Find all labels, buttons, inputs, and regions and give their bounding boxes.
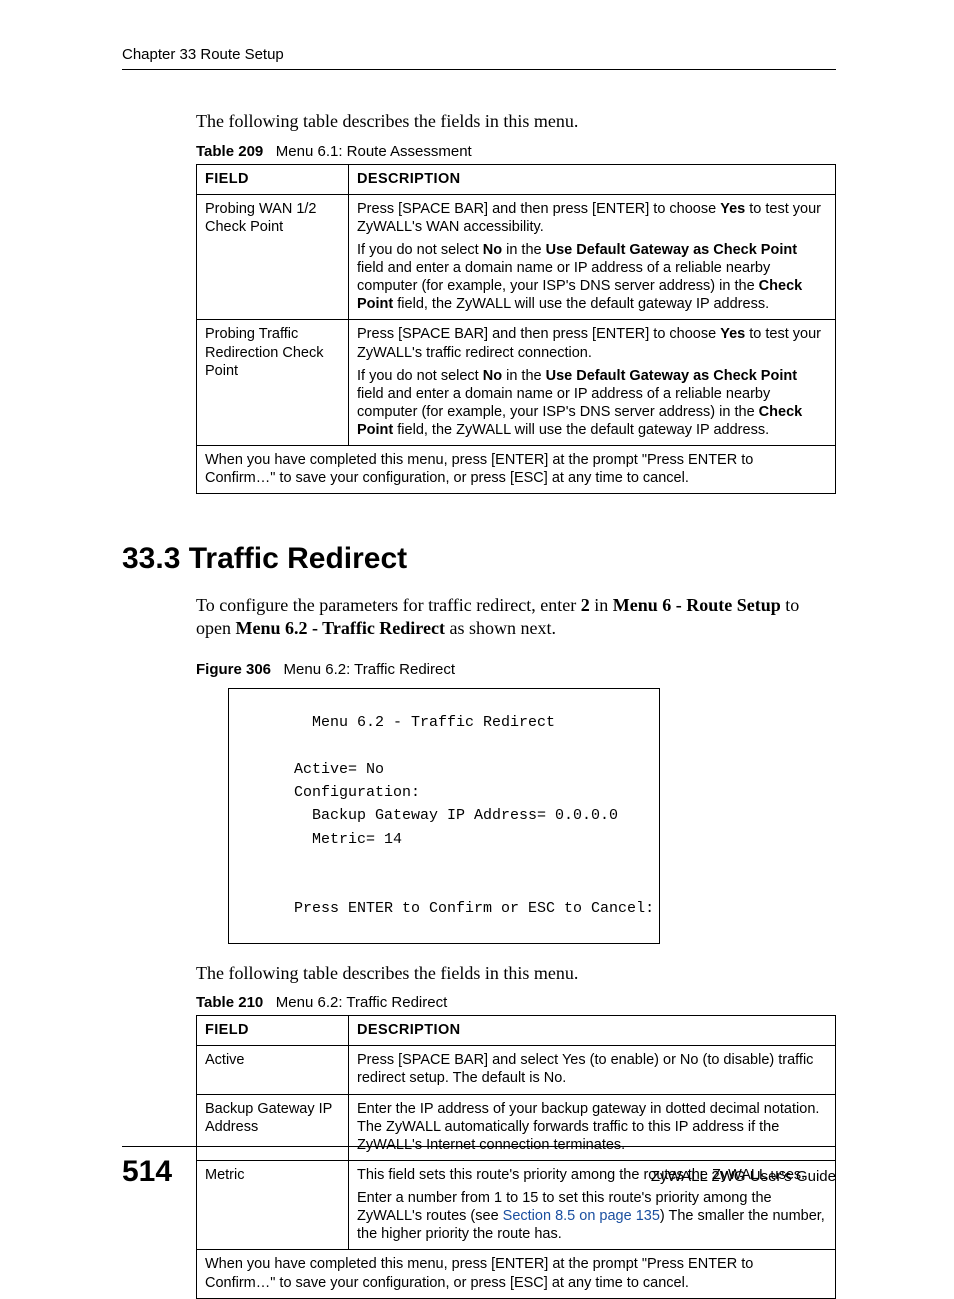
- cell-description: Press [SPACE BAR] and then press [ENTER]…: [349, 320, 836, 446]
- fig-line: Metric= 14: [249, 828, 639, 851]
- table-header-row: FIELD DESCRIPTION: [197, 164, 836, 194]
- cell-field: Probing WAN 1/2 Check Point: [197, 194, 349, 320]
- guide-title: ZyWALL 2WG User's Guide: [651, 1168, 836, 1185]
- cross-ref-link[interactable]: Section 8.5 on page 135: [503, 1208, 660, 1224]
- footer-rule: [122, 1146, 836, 1147]
- running-head: Chapter 33 Route Setup: [122, 46, 836, 63]
- cell-description: Press [SPACE BAR] and then press [ENTER]…: [349, 194, 836, 320]
- page-footer: 514 ZyWALL 2WG User's Guide: [122, 1146, 836, 1189]
- fig-line: Menu 6.2 - Traffic Redirect: [249, 711, 639, 734]
- figure-306-box: Menu 6.2 - Traffic Redirect Active= No C…: [228, 688, 660, 943]
- intro-paragraph-2: The following table describes the fields…: [196, 962, 836, 985]
- table-210-caption-text: Menu 6.2: Traffic Redirect: [276, 994, 447, 1011]
- cell-para: Press [SPACE BAR] and then press [ENTER]…: [357, 325, 827, 361]
- th-description: DESCRIPTION: [349, 164, 836, 194]
- table-footer-cell: When you have completed this menu, press…: [197, 1250, 836, 1298]
- section-intro-paragraph: To configure the parameters for traffic …: [196, 594, 836, 639]
- table-209-caption: Table 209 Menu 6.1: Route Assessment: [196, 143, 836, 160]
- table-row: Active Press [SPACE BAR] and select Yes …: [197, 1046, 836, 1094]
- header-rule: [122, 69, 836, 70]
- section-heading-traffic-redirect: 33.3 Traffic Redirect: [122, 542, 836, 576]
- fig-line: Press ENTER to Confirm or ESC to Cancel:: [249, 897, 639, 920]
- intro-paragraph-1: The following table describes the fields…: [196, 110, 836, 133]
- table-209-caption-text: Menu 6.1: Route Assessment: [276, 143, 472, 160]
- table-header-row: FIELD DESCRIPTION: [197, 1016, 836, 1046]
- page-number: 514: [122, 1155, 172, 1189]
- body-column: The following table describes the fields…: [196, 110, 836, 494]
- fig-line: Backup Gateway IP Address= 0.0.0.0: [249, 804, 639, 827]
- table-row: Probing WAN 1/2 Check Point Press [SPACE…: [197, 194, 836, 320]
- fig-line: Configuration:: [249, 781, 639, 804]
- cell-field: Probing Traffic Redirection Check Point: [197, 320, 349, 446]
- page: Chapter 33 Route Setup The following tab…: [0, 0, 954, 1235]
- cell-para: If you do not select No in the Use Defau…: [357, 367, 827, 440]
- table-210-label: Table 210: [196, 994, 263, 1011]
- table-footer-cell: When you have completed this menu, press…: [197, 446, 836, 494]
- body-column: To configure the parameters for traffic …: [196, 594, 836, 1298]
- cell-para: Enter a number from 1 to 15 to set this …: [357, 1189, 827, 1243]
- cell-para: If you do not select No in the Use Defau…: [357, 241, 827, 314]
- table-footer-row: When you have completed this menu, press…: [197, 446, 836, 494]
- th-field: FIELD: [197, 1016, 349, 1046]
- table-209-label: Table 209: [196, 143, 263, 160]
- fig-line: Active= No: [249, 758, 639, 781]
- th-field: FIELD: [197, 164, 349, 194]
- th-description: DESCRIPTION: [349, 1016, 836, 1046]
- table-209: FIELD DESCRIPTION Probing WAN 1/2 Check …: [196, 164, 836, 495]
- figure-306-caption-text: Menu 6.2: Traffic Redirect: [284, 661, 455, 678]
- cell-description: Press [SPACE BAR] and select Yes (to ena…: [349, 1046, 836, 1094]
- cell-field: Active: [197, 1046, 349, 1094]
- table-row: Probing Traffic Redirection Check Point …: [197, 320, 836, 446]
- cell-para: Press [SPACE BAR] and then press [ENTER]…: [357, 200, 827, 236]
- figure-306-caption: Figure 306 Menu 6.2: Traffic Redirect: [196, 661, 836, 678]
- table-footer-row: When you have completed this menu, press…: [197, 1250, 836, 1298]
- table-210-caption: Table 210 Menu 6.2: Traffic Redirect: [196, 994, 836, 1011]
- figure-306-label: Figure 306: [196, 661, 271, 678]
